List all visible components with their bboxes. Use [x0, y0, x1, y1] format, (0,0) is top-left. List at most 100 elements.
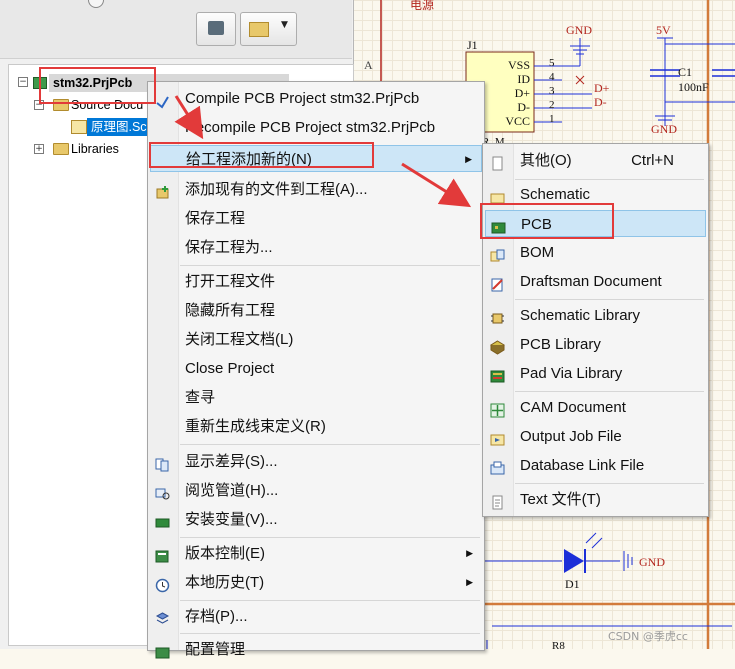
menu-item-hide-all-projects[interactable]: 隐藏所有工程 — [150, 297, 482, 324]
output-job-icon — [490, 429, 505, 446]
submenu-item-pad-via-library[interactable]: Pad Via Library — [485, 360, 706, 387]
toolbar-top-circle-icon — [88, 0, 104, 8]
config-icon — [155, 642, 170, 659]
submenu-item-database-link-file[interactable]: Database Link File — [485, 452, 706, 479]
menu-item-local-history[interactable]: 本地历史(T) ▶ — [150, 569, 482, 596]
menu-separator — [515, 391, 704, 392]
menu-item-save-project-as[interactable]: 保存工程为... — [150, 234, 482, 261]
menu-item-version-control[interactable]: 版本控制(E) ▶ — [150, 540, 482, 567]
add-new-submenu: 其他(O) Ctrl+N Schematic PCB BOM Draftsman… — [482, 143, 709, 517]
annotation-box-pcb — [480, 203, 614, 239]
menu-item-recompile[interactable]: Recompile PCB Project stm32.PrjPcb — [150, 114, 482, 141]
cam-icon — [490, 400, 505, 418]
bom-icon — [490, 245, 505, 262]
draftsman-icon — [490, 274, 505, 292]
diff-icon — [155, 454, 170, 472]
menu-separator — [180, 265, 480, 266]
gnd-label-2: GND — [651, 122, 677, 136]
submenu-item-cam-document[interactable]: CAM Document — [485, 394, 706, 421]
schematic-row-label: A — [364, 58, 373, 72]
five-volt-label: 5V — [656, 23, 671, 37]
expand-icon[interactable]: + — [34, 144, 44, 154]
pin-vcc: VCC — [505, 114, 530, 128]
watermark: CSDN @季虎cc — [608, 630, 688, 643]
cap-value-label: 100nF — [678, 80, 709, 94]
collapse-icon[interactable]: − — [18, 77, 28, 87]
pin-vss: VSS — [507, 58, 530, 72]
ic-pin-names: VSS ID D+ D- VCC — [478, 58, 530, 128]
browse-icon — [155, 483, 170, 500]
submenu-item-draftsman[interactable]: Draftsman Document — [485, 268, 706, 295]
submenu-item-schematic-library[interactable]: Schematic Library — [485, 302, 706, 329]
pin-dp: D+ — [514, 86, 530, 100]
pad-via-library-icon — [490, 366, 505, 383]
menu-item-close-project[interactable]: Close Project — [150, 355, 482, 382]
gnd-label-3: GND — [639, 555, 665, 569]
pcb-library-icon — [490, 337, 505, 355]
folder-open-icon — [249, 22, 269, 37]
menu-item-add-existing[interactable]: 添加现有的文件到工程(A)... — [150, 176, 482, 203]
menu-item-browse-channels[interactable]: 阅览管道(H)... — [150, 477, 482, 504]
menu-separator — [515, 483, 704, 484]
pin-num-4: 4 — [549, 71, 555, 83]
submenu-item-pcb-library[interactable]: PCB Library — [485, 331, 706, 358]
pin-dm: D- — [517, 100, 530, 114]
menu-item-compile[interactable]: Compile PCB Project stm32.PrjPcb — [150, 85, 482, 112]
schematic-power-label: 电源 — [410, 0, 435, 12]
led-ref-label: D1 — [565, 577, 580, 591]
submenu-arrow-icon: ▶ — [466, 548, 473, 558]
pin-num-2: 2 — [549, 99, 555, 111]
cap-ref-label: C1 — [678, 65, 693, 79]
add-file-icon — [155, 182, 170, 199]
net-dp-label: D+ — [594, 81, 610, 95]
schematic-doc-label: 原理图.Sc — [91, 120, 147, 134]
menu-separator — [180, 600, 480, 601]
menu-item-save-project[interactable]: 保存工程 — [150, 205, 482, 232]
pin-num-3: 3 — [549, 85, 555, 97]
menu-separator — [180, 537, 480, 538]
libraries-label: Libraries — [71, 142, 119, 156]
submenu-item-other[interactable]: 其他(O) Ctrl+N — [485, 147, 706, 174]
menu-separator — [515, 179, 704, 180]
menu-item-open-project-file[interactable]: 打开工程文件 — [150, 268, 482, 295]
tree-item-libraries[interactable]: Libraries — [71, 140, 119, 158]
ic-pin-numbers: 5 4 3 2 1 — [549, 56, 555, 126]
submenu-item-text-file[interactable]: Text 文件(T) — [485, 486, 706, 513]
net-dm-label: D- — [594, 95, 607, 109]
text-file-icon — [490, 492, 505, 510]
menu-item-close-project-docs[interactable]: 关闭工程文档(L) — [150, 326, 482, 353]
ic-ref: J1 — [467, 38, 478, 52]
menu-separator — [180, 444, 480, 445]
folder-icon — [53, 143, 69, 155]
variant-board-icon — [155, 512, 170, 528]
submenu-arrow-icon: ▶ — [465, 154, 472, 164]
chip-icon — [208, 21, 224, 35]
menu-item-archive[interactable]: 存档(P)... — [150, 603, 482, 630]
projects-toolbar: ▼ — [0, 0, 352, 59]
schematic-doc-icon — [490, 187, 505, 204]
archive-icon — [155, 609, 170, 624]
menu-item-install-variants[interactable]: 安装变量(V)... — [150, 506, 482, 533]
tree-item-schematic-doc[interactable]: 原理图.Sc — [87, 118, 151, 136]
annotation-box-project — [39, 67, 156, 104]
pin-id: ID — [517, 72, 530, 86]
annotation-box-add-new — [149, 142, 374, 168]
blank-doc-icon — [490, 153, 505, 171]
schematic-library-icon — [490, 308, 505, 324]
schematic-doc-icon — [71, 120, 87, 134]
menu-item-regenerate-harness[interactable]: 重新生成线束定义(R) — [150, 413, 482, 440]
menu-item-show-differences[interactable]: 显示差异(S)... — [150, 448, 482, 475]
submenu-item-output-job-file[interactable]: Output Job File — [485, 423, 706, 450]
resistor-ref-label: R8 — [552, 640, 565, 652]
version-control-icon — [155, 546, 170, 563]
menu-item-config-management[interactable]: 配置管理 — [150, 636, 482, 663]
open-project-button[interactable]: ▼ — [240, 12, 297, 46]
submenu-item-bom[interactable]: BOM — [485, 239, 706, 266]
menu-separator — [180, 633, 480, 634]
database-link-icon — [490, 458, 505, 475]
gnd-label-1: GND — [566, 23, 592, 37]
chevron-down-icon[interactable]: ▼ — [281, 20, 288, 30]
menu-item-search[interactable]: 查寻 — [150, 384, 482, 411]
workspace-button[interactable] — [196, 12, 236, 46]
clock-icon — [155, 575, 170, 593]
